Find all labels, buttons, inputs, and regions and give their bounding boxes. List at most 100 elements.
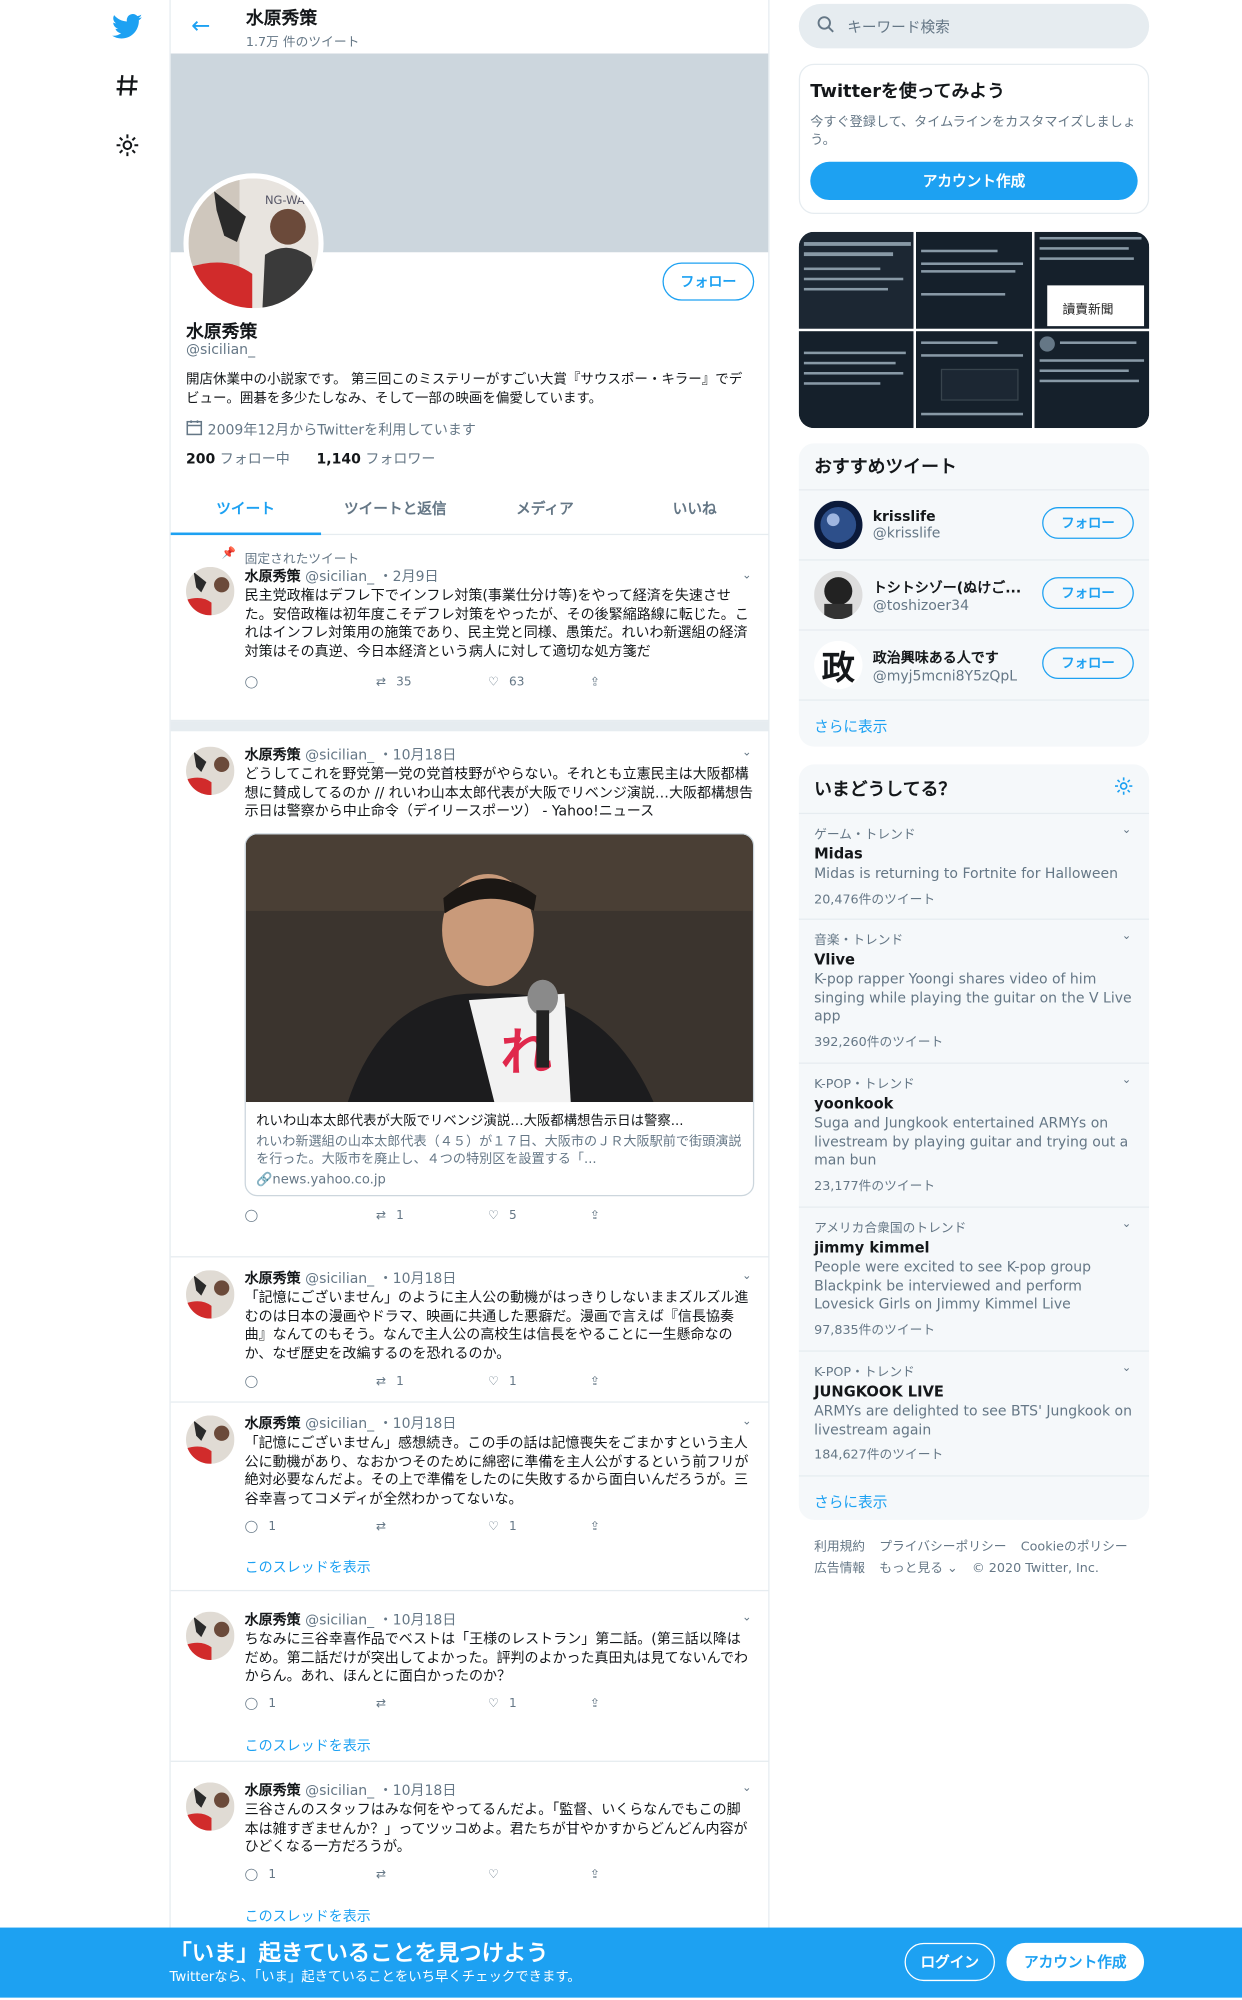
chevron-down-icon[interactable]: ⌄ — [1122, 1218, 1132, 1231]
chevron-down-icon[interactable]: ⌄ — [742, 1612, 752, 1625]
heart-icon: ♡ — [487, 1696, 499, 1711]
media-thumbnail[interactable] — [798, 231, 914, 329]
media-thumbnail[interactable] — [916, 231, 1032, 329]
tab-media[interactable]: メディア — [470, 482, 620, 534]
share-button[interactable]: ⇪ — [590, 1697, 689, 1711]
show-thread-link[interactable]: このスレッドを表示 — [245, 1557, 755, 1577]
tweet-item[interactable]: ⌄ 水原秀策 @sicilian_ ・10月18日 三谷さんのスタッフはみな何を… — [171, 1762, 770, 1928]
tweet-avatar[interactable] — [186, 746, 235, 795]
chevron-down-icon[interactable]: ⌄ — [1122, 1362, 1132, 1375]
gear-icon[interactable] — [1113, 776, 1133, 801]
tab-tweets[interactable]: ツイート — [170, 482, 321, 536]
tweet-item[interactable]: ⌄ 水原秀策 @sicilian_ ・10月18日 「記憶にございません」のよう… — [170, 1257, 770, 1403]
back-arrow-icon[interactable]: ← — [191, 13, 210, 40]
tweet-avatar[interactable] — [186, 1415, 235, 1464]
tweet-item[interactable]: ⌄ 水原秀策 @sicilian_ ・10月18日 ちなみに三谷幸喜作品でベスト… — [170, 1591, 770, 1762]
reply-button[interactable]: ◯ — [245, 1209, 344, 1223]
follow-button[interactable]: フォロー — [1042, 507, 1134, 539]
settings-gear-icon[interactable] — [110, 127, 146, 163]
retweet-button[interactable]: ⇄ — [376, 1868, 475, 1882]
chevron-down-icon[interactable]: ⌄ — [742, 1270, 752, 1283]
show-thread-link[interactable]: このスレッドを表示 — [245, 1735, 755, 1755]
trend-item[interactable]: ⌄ ゲーム・トレンド Midas Midas is returning to F… — [798, 812, 1150, 919]
retweet-button[interactable]: ⇄ 1 — [376, 1209, 475, 1223]
profile-follow-button[interactable]: フォロー — [662, 262, 755, 301]
followers-link[interactable]: 1,140 フォロワー — [317, 451, 436, 468]
footer-privacy-link[interactable]: プライバシーポリシー — [879, 1540, 1006, 1554]
reply-button[interactable]: ◯ 1 — [245, 1697, 344, 1711]
like-button[interactable]: ♡ 1 — [488, 1374, 587, 1388]
chevron-down-icon[interactable]: ⌄ — [742, 1415, 752, 1428]
show-more-link[interactable]: さらに表示 — [798, 699, 1150, 746]
header-tweet-count: 1.7万 件のツイート — [245, 35, 360, 50]
like-button[interactable]: ♡ 1 — [488, 1519, 587, 1533]
login-button[interactable]: ログイン — [904, 1942, 995, 1982]
chevron-down-icon[interactable]: ⌄ — [742, 1782, 752, 1795]
recommend-handle: @myj5mcni8Y5zQpL — [872, 666, 1018, 684]
twitter-logo-icon[interactable] — [110, 9, 146, 45]
footer-more-link[interactable]: もっと見る ⌄ — [879, 1562, 957, 1576]
create-account-button[interactable]: アカウント作成 — [810, 161, 1138, 201]
footer-terms-link[interactable]: 利用規約 — [814, 1540, 865, 1554]
follow-button[interactable]: フォロー — [1042, 577, 1134, 609]
tweet-item[interactable]: ⌄ 水原秀策 @sicilian_ ・10月18日 どうしてこれを野党第一党の党… — [170, 731, 770, 1258]
following-link[interactable]: 200 フォロー中 — [186, 451, 290, 468]
like-button[interactable]: ♡ 1 — [488, 1697, 587, 1711]
reply-button[interactable]: ◯ — [245, 675, 344, 689]
link-icon: 🔗 — [256, 1171, 273, 1187]
tweet-text: 「記憶にございません」感想続き。この手の話は記憶喪失をごまかすという主人公に動機… — [244, 1434, 749, 1507]
tweet-actions: ◯ 1 ⇄ ♡ ⇪ — [245, 1862, 755, 1887]
profile-avatar[interactable]: NG-WAR — [183, 173, 324, 314]
footer-ads-link[interactable]: 広告情報 — [814, 1562, 865, 1576]
tweet-text: ちなみに三谷幸喜作品でベストは「王様のレストラン」第二話。(第三話以降はだめ。第… — [244, 1630, 748, 1685]
like-button[interactable]: ♡ 5 — [488, 1209, 587, 1223]
show-more-link[interactable]: さらに表示 — [798, 1475, 1150, 1520]
reply-icon: ◯ — [244, 1867, 259, 1882]
trend-item[interactable]: ⌄ アメリカ合衆国のトレンド jimmy kimmel People were … — [798, 1206, 1150, 1350]
tab-likes[interactable]: いいね — [620, 482, 770, 534]
like-button[interactable]: ♡ 63 — [488, 675, 587, 689]
media-thumbnail[interactable] — [798, 331, 914, 429]
search-box[interactable]: キーワード検索 — [798, 3, 1150, 49]
recommend-user[interactable]: krisslife @krisslife フォロー — [798, 489, 1150, 559]
media-thumbnail[interactable] — [1034, 331, 1150, 429]
share-button[interactable]: ⇪ — [590, 1209, 689, 1223]
explore-hashtag-icon[interactable] — [110, 68, 146, 104]
chevron-down-icon[interactable]: ⌄ — [742, 747, 752, 760]
link-card[interactable]: れ れいわ山本太郎代表が大阪でリベンジ演説…大阪都構想告示日は警察... れいわ… — [244, 832, 755, 1196]
retweet-button[interactable]: ⇄ 1 — [376, 1374, 475, 1388]
tweet-avatar[interactable] — [186, 1782, 235, 1831]
reply-button[interactable]: ◯ 1 — [245, 1519, 344, 1533]
tweet-avatar[interactable] — [186, 1270, 235, 1319]
media-thumbnail[interactable]: 讀賣新聞 — [1034, 231, 1150, 329]
retweet-button[interactable]: ⇄ 35 — [376, 675, 475, 689]
chevron-down-icon[interactable]: ⌄ — [1122, 1074, 1132, 1087]
share-button[interactable]: ⇪ — [590, 675, 689, 689]
reply-button[interactable]: ◯ — [245, 1374, 344, 1388]
tweet-item[interactable]: 📌 固定されたツイート ⌄ 水原秀策 @sicilian_ ・2月9日 民主党政権… — [170, 536, 770, 722]
media-thumbnail[interactable] — [916, 331, 1032, 429]
chevron-down-icon[interactable]: ⌄ — [1122, 824, 1132, 837]
share-button[interactable]: ⇪ — [590, 1374, 689, 1388]
share-button[interactable]: ⇪ — [590, 1868, 689, 1882]
retweet-button[interactable]: ⇄ — [376, 1697, 475, 1711]
follow-button[interactable]: フォロー — [1042, 647, 1134, 680]
tab-tweets-replies[interactable]: ツイートと返信 — [320, 482, 470, 534]
tweet-item[interactable]: ⌄ 水原秀策 @sicilian_ ・10月18日 「記憶にございません」感想続… — [170, 1403, 770, 1592]
chevron-down-icon[interactable]: ⌄ — [1122, 930, 1132, 943]
trend-item[interactable]: ⌄ K-POP・トレンド yoonkook Suga and Jungkook … — [798, 1062, 1150, 1207]
recommend-user[interactable]: トシトシゾー(ぬけご... @toshizoer34 フォロー — [798, 559, 1150, 629]
recommend-user[interactable]: 政 政治興味ある人です @myj5mcni8Y5zQpL フォロー — [798, 629, 1150, 699]
reply-button[interactable]: ◯ 1 — [245, 1868, 344, 1882]
share-button[interactable]: ⇪ — [590, 1519, 689, 1533]
footer-cookie-link[interactable]: Cookieのポリシー — [1021, 1540, 1128, 1554]
trend-item[interactable]: ⌄ K-POP・トレンド JUNGKOOK LIVE ARMYs are del… — [798, 1350, 1150, 1475]
bottom-create-account-button[interactable]: アカウント作成 — [1006, 1942, 1145, 1982]
trend-item[interactable]: ⌄ 音楽・トレンド Vlive K-pop rapper Yoongi shar… — [798, 918, 1150, 1063]
like-button[interactable]: ♡ — [488, 1868, 587, 1882]
tweet-avatar[interactable] — [186, 1611, 235, 1661]
retweet-button[interactable]: ⇄ — [376, 1519, 475, 1533]
chevron-down-icon[interactable]: ⌄ — [742, 569, 752, 582]
show-thread-link[interactable]: このスレッドを表示 — [245, 1905, 755, 1925]
tweet-avatar[interactable] — [186, 566, 235, 616]
